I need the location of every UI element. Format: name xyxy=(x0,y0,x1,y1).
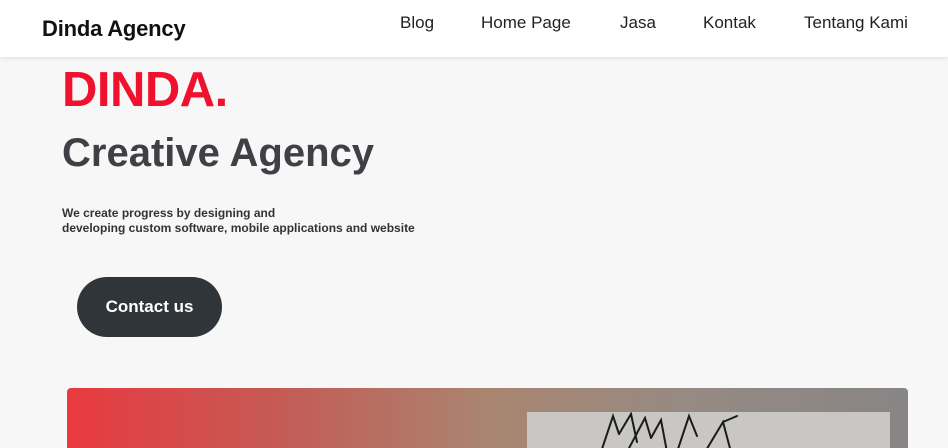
brand-logo-link[interactable]: Dinda Agency xyxy=(42,16,186,42)
nav-link-home-page[interactable]: Home Page xyxy=(481,13,571,33)
hero-title: DINDA. xyxy=(62,63,228,117)
nav-link-kontak[interactable]: Kontak xyxy=(703,13,756,33)
contact-us-button[interactable]: Contact us xyxy=(77,277,222,337)
hero-subtitle: Creative Agency xyxy=(62,131,374,175)
hero-description: We create progress by designing and deve… xyxy=(62,206,415,236)
gradient-banner xyxy=(67,388,908,448)
nav-link-tentang-kami[interactable]: Tentang Kami xyxy=(804,13,908,33)
hero-description-line-2: developing custom software, mobile appli… xyxy=(62,221,415,235)
nav-link-blog[interactable]: Blog xyxy=(400,13,434,33)
top-navbar: Dinda Agency Blog Home Page Jasa Kontak … xyxy=(0,0,948,57)
nav-link-jasa[interactable]: Jasa xyxy=(620,13,656,33)
hero-description-line-1: We create progress by designing and xyxy=(62,206,276,220)
